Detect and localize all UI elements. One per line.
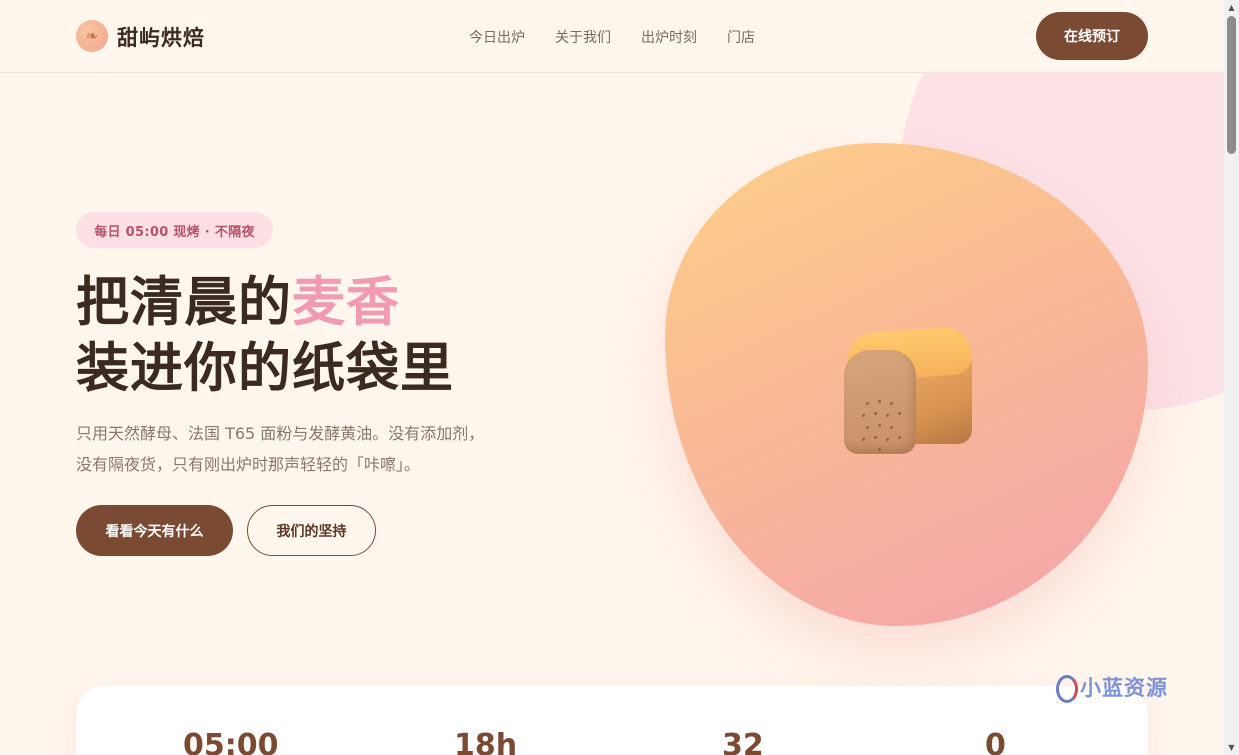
- headline-line2: 装进你的纸袋里: [76, 338, 454, 399]
- stat-fermentation: 18h: [454, 728, 518, 755]
- scroll-up-arrow-icon[interactable]: ▲: [1224, 0, 1239, 15]
- book-online-button[interactable]: 在线预订: [1036, 12, 1148, 60]
- vertical-scrollbar[interactable]: ▲ ▼: [1224, 0, 1239, 755]
- watermark-text: 小蓝资源: [1080, 676, 1168, 700]
- nav-bake-times[interactable]: 出炉时刻: [641, 27, 697, 47]
- scroll-down-arrow-icon[interactable]: ▼: [1224, 740, 1239, 755]
- brand-name[interactable]: 甜屿烘焙: [117, 22, 205, 52]
- nav-today-baked[interactable]: 今日出炉: [469, 27, 525, 47]
- see-today-button[interactable]: 看看今天有什么: [76, 505, 233, 556]
- fresh-daily-badge: 每日 05:00 现烤 · 不隔夜: [76, 212, 273, 248]
- headline-accent: 麦香: [292, 272, 400, 333]
- stat-count: 32: [722, 728, 764, 755]
- nav-stores[interactable]: 门店: [727, 27, 755, 47]
- hero-headline: 把清晨的麦香 装进你的纸袋里: [76, 270, 454, 402]
- hero-description: 只用天然酵母、法国 T65 面粉与发酵黄油。没有添加剂， 没有隔夜货，只有刚出炉…: [76, 418, 536, 480]
- bread-loaf-icon: [842, 325, 974, 458]
- stat-zero: 0: [985, 728, 1006, 755]
- stats-card: 05:00 18h 32 0: [76, 686, 1148, 755]
- scroll-thumb[interactable]: [1227, 16, 1236, 154]
- watermark: 小蓝资源: [1052, 672, 1168, 703]
- croissant-icon[interactable]: ❧: [76, 20, 108, 52]
- our-commitment-button[interactable]: 我们的坚持: [247, 505, 376, 556]
- nav-about-us[interactable]: 关于我们: [555, 27, 611, 47]
- stat-bake-time: 05:00: [183, 728, 279, 755]
- headline-prefix: 把清晨的: [76, 272, 292, 333]
- page: ❧ 甜屿烘焙 今日出炉 关于我们 出炉时刻 门店 在线预订 每日 05:00 现…: [0, 0, 1224, 755]
- bread-texture: [858, 398, 908, 458]
- desc-line1: 只用天然酵母、法国 T65 面粉与发酵黄油。没有添加剂，: [76, 424, 485, 443]
- main-nav: 今日出炉 关于我们 出炉时刻 门店: [469, 27, 755, 47]
- site-header: ❧ 甜屿烘焙 今日出炉 关于我们 出炉时刻 门店 在线预订: [0, 0, 1224, 73]
- watermark-logo-icon: [1052, 673, 1078, 703]
- desc-line2: 没有隔夜货，只有刚出炉时那声轻轻的「咔嚓」。: [76, 455, 421, 474]
